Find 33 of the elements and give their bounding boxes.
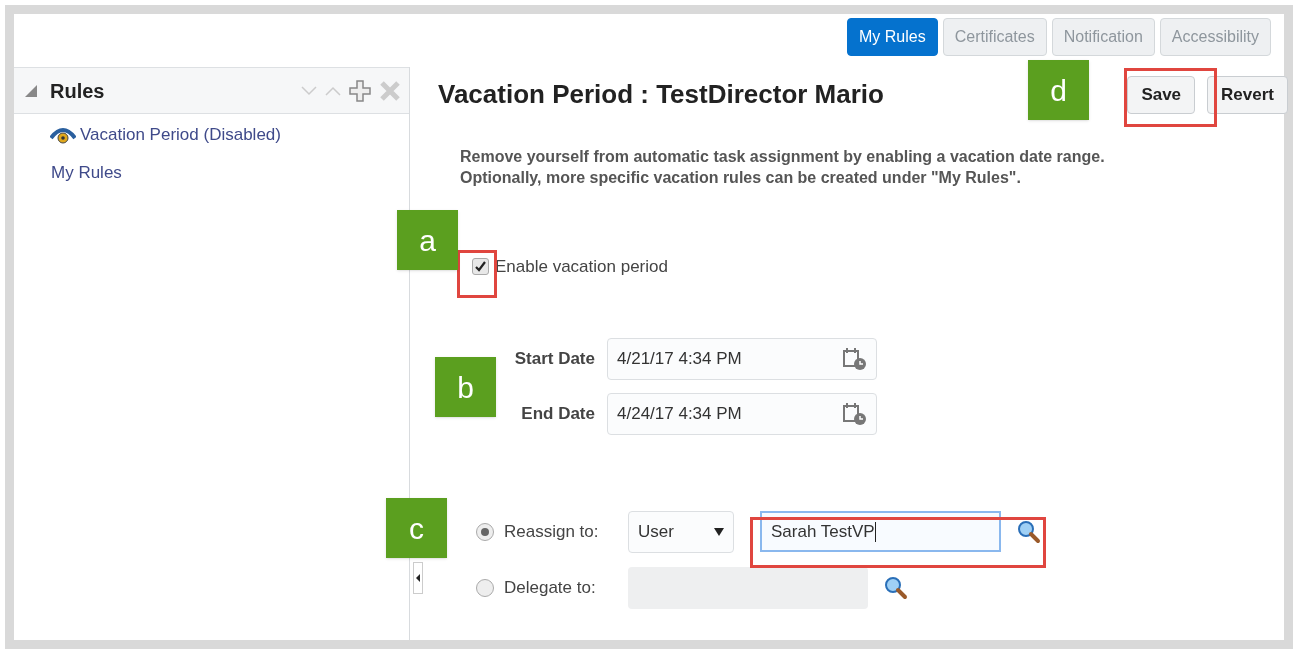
date-field[interactable]: 4/24/17 4:34 PM bbox=[607, 392, 877, 435]
revert-button[interactable]: Revert bbox=[1207, 75, 1288, 114]
callout-marker: d bbox=[1028, 60, 1089, 120]
tree-item[interactable]: Vacation Period (Disabled) bbox=[80, 122, 281, 148]
collapse-handle[interactable] bbox=[413, 562, 423, 594]
field-label: Start Date bbox=[513, 347, 596, 370]
radio-label: Reassign to: bbox=[504, 520, 600, 543]
dropdown-arrow-icon[interactable] bbox=[714, 527, 724, 536]
page-title: Vacation Period : TestDirector Mario bbox=[438, 78, 884, 111]
description-text: Remove yourself from automatic task assignment by enabling a vacation date range. bbox=[460, 147, 1106, 167]
add-icon[interactable] bbox=[349, 79, 371, 102]
description-text: Optionally, more specific vacation rules can be created under "My Rules". bbox=[460, 168, 1022, 188]
date-field[interactable]: 4/21/17 4:34 PM bbox=[607, 337, 877, 380]
callout-marker: a bbox=[397, 210, 458, 270]
calendar-clock-icon[interactable] bbox=[842, 346, 868, 371]
panel-title: Rules bbox=[50, 78, 105, 104]
field-label: End Date bbox=[520, 402, 596, 425]
callout-marker: b bbox=[435, 357, 496, 417]
search-icon[interactable] bbox=[884, 575, 908, 600]
search-icon[interactable] bbox=[1017, 519, 1041, 544]
callout-marker: c bbox=[386, 498, 447, 558]
tree-item[interactable]: My Rules bbox=[51, 159, 122, 185]
radio-label: Delegate to: bbox=[504, 576, 597, 599]
type-dropdown[interactable]: User bbox=[628, 510, 734, 553]
user-field[interactable]: Sarah TestVP bbox=[760, 511, 1001, 552]
calendar-clock-icon[interactable] bbox=[842, 401, 868, 426]
eye-icon bbox=[50, 125, 76, 144]
collapse-triangle-icon[interactable] bbox=[24, 83, 38, 98]
left-triangle-icon[interactable] bbox=[416, 574, 420, 582]
tab[interactable]: My Rules bbox=[847, 18, 938, 56]
save-button[interactable]: Save bbox=[1127, 75, 1196, 114]
checkbox[interactable] bbox=[472, 258, 489, 276]
radio-button[interactable] bbox=[476, 522, 494, 541]
